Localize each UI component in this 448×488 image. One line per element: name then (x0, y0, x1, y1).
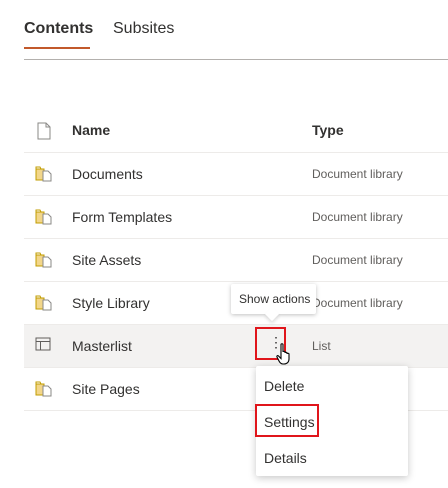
table-row-selected[interactable]: Masterlist List (24, 325, 448, 368)
column-header-name[interactable]: Name (72, 122, 110, 138)
item-name[interactable]: Style Library (72, 295, 150, 311)
menu-item-details[interactable]: Details (256, 440, 408, 476)
table-row[interactable]: Site Assets Document library (24, 239, 448, 282)
tab-subsites[interactable]: Subsites (113, 20, 174, 38)
item-name[interactable]: Form Templates (72, 209, 172, 225)
item-name[interactable]: Documents (72, 166, 143, 182)
settings-highlight-box (255, 404, 319, 437)
tooltip: Show actions (231, 284, 316, 322)
item-type: List (312, 339, 331, 353)
context-menu: Delete Settings Details (255, 366, 408, 476)
tab-contents[interactable]: Contents (24, 20, 93, 38)
document-library-icon (35, 294, 53, 316)
column-header-type[interactable]: Type (312, 122, 344, 138)
table-row[interactable]: Documents Document library (24, 153, 448, 196)
item-name[interactable]: Site Assets (72, 252, 141, 268)
tabs-divider (24, 59, 448, 60)
file-type-icon[interactable] (37, 122, 51, 145)
item-name[interactable]: Masterlist (72, 338, 132, 354)
table-row[interactable]: Form Templates Document library (24, 196, 448, 239)
tooltip-text: Show actions (239, 292, 311, 306)
document-library-icon (35, 380, 53, 402)
document-library-icon (35, 165, 53, 187)
table-header-row: Name Type (24, 110, 448, 153)
item-type: Document library (312, 210, 403, 224)
list-icon (35, 337, 51, 356)
menu-item-delete[interactable]: Delete (256, 368, 408, 404)
item-name[interactable]: Site Pages (72, 381, 140, 397)
hand-cursor-icon (276, 343, 290, 365)
active-tab-indicator (24, 47, 90, 49)
document-library-icon (35, 208, 53, 230)
document-library-icon (35, 251, 53, 273)
item-type: Document library (312, 253, 403, 267)
item-type: Document library (312, 167, 403, 181)
item-type: Document library (312, 296, 403, 310)
